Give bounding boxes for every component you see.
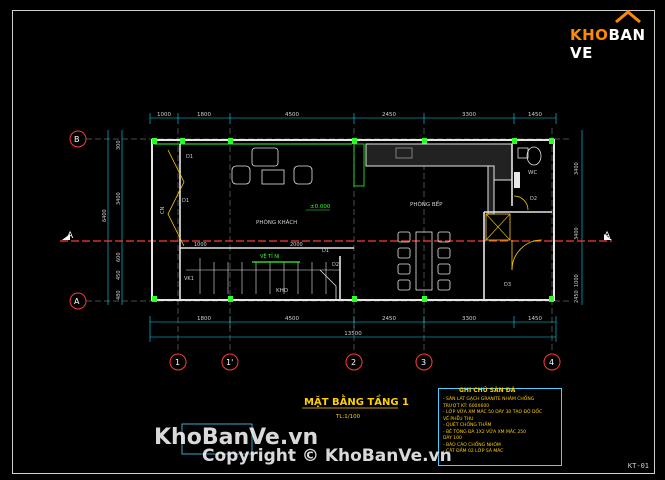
sofa-icon: [251, 147, 279, 167]
dim-top-5: 3300: [462, 112, 476, 118]
note-item: - CÁT ĐẦM 02 LỚP SÀ MÁC: [443, 449, 504, 454]
dim-top-4: 2450: [382, 112, 396, 118]
dim-bottom-4: 3300: [462, 316, 476, 322]
coffee-table: [261, 169, 285, 185]
door-tag-4: D3: [504, 282, 511, 288]
door-swing-d2: [513, 195, 529, 211]
dim-top-2: 1800: [197, 112, 211, 118]
grid-row-a: A: [74, 297, 80, 306]
elevation-label: ±0.000: [310, 204, 331, 210]
grid-row-b: B: [74, 135, 80, 144]
grid-col-2: 2: [351, 358, 356, 367]
window-tag-2: CN: [160, 207, 166, 214]
armchair-icon: [231, 165, 251, 185]
door-tag-5: D2: [332, 262, 339, 268]
chair-icon: [437, 247, 451, 259]
dim-right-2: 3400: [574, 227, 580, 240]
doors: [167, 149, 543, 271]
room-storage-label: KHO: [276, 288, 289, 294]
stair-curve: [319, 269, 337, 300]
drawing-scale: TL:1/100: [335, 414, 361, 420]
door-tag-2: D1: [186, 154, 193, 160]
dim-left-1: 300: [116, 140, 122, 150]
dim-bottom-2: 4500: [285, 316, 299, 322]
dim-bottom-1: 1800: [197, 316, 211, 322]
skylight-label: VỆ TỈ NỊ: [260, 252, 280, 260]
sofa-set: [231, 147, 313, 185]
section-mark-left: A: [67, 231, 74, 241]
door-swing-d3: [511, 239, 543, 271]
stair-dim-1: 1000: [194, 242, 207, 248]
dim-left-5: 480: [116, 290, 122, 300]
dim-left-3: 600: [116, 252, 122, 262]
staircase: [186, 258, 340, 294]
floor-plan-svg: 1000 1800 4500 2450 3300 1450 1800 4500 …: [60, 112, 612, 455]
grid-row-bubbles: B A: [69, 130, 87, 310]
note-item: - LỚP VỮA XM MÁC 50 DÀY 30 TẠO ĐỘ DỐC: [443, 410, 543, 415]
room-wc-label: WC: [528, 170, 537, 176]
room-living-label: PHÒNG KHÁCH: [256, 219, 297, 226]
dim-right-3: 1000: [574, 274, 580, 287]
dim-bottom-5: 1450: [528, 316, 542, 322]
wc-fixtures: [517, 146, 542, 166]
grid-col-1p: 1': [226, 358, 233, 367]
section-mark-right: A: [604, 231, 611, 241]
dim-bottom-3: 2450: [382, 316, 396, 322]
chair-icon: [437, 263, 451, 275]
fridge-icon: [353, 143, 365, 187]
chair-icon: [397, 247, 411, 259]
grid-col-bubbles: 1 1' 2 3 4: [169, 353, 561, 371]
armchair-icon: [293, 165, 313, 185]
note-item: - SÀN LÁT GẠCH GRANITE NHÁM CHỐNG: [443, 397, 535, 402]
dim-left-2: 3400: [116, 192, 122, 205]
dim-top-1: 1000: [157, 112, 171, 118]
door-tag-6: D1: [322, 248, 329, 254]
room-kitchen-label: PHÒNG BẾP: [410, 200, 443, 208]
dim-left-total: 6400: [102, 209, 108, 222]
toilet-icon: [526, 146, 542, 166]
grid-col-4: 4: [549, 358, 554, 367]
door-tag-1: D1: [182, 198, 189, 204]
window-tag-1: VK1: [184, 276, 194, 282]
drawing-title: MẶT BẰNG TẦNG 1: [304, 393, 409, 408]
sheet-code: KT-01: [627, 462, 649, 470]
cad-drawing-canvas: KHOBAN VE 1000 1800 4500 2450 3300 1450 …: [0, 0, 665, 480]
notes-title: GHI CHÚ SÀN ĐÁ: [459, 387, 516, 394]
dim-top-6: 1450: [528, 112, 542, 118]
notes-box: GHI CHÚ SÀN ĐÁ - SÀN LÁT GẠCH GRANITE NH…: [438, 387, 562, 466]
dim-total: 13500: [344, 331, 362, 337]
wc-wall-hatch: [514, 172, 520, 188]
door-tag-3: D2: [530, 196, 537, 202]
dim-right-1: 3400: [574, 162, 580, 175]
section-arrows: [62, 234, 612, 240]
chair-icon: [437, 279, 451, 291]
chair-icon: [397, 263, 411, 275]
door-tags: D1 D1 D2 D3 D2 D1 1000 2000 VK1 CN: [160, 154, 537, 288]
chair-icon: [397, 279, 411, 291]
dim-left-4: 450: [116, 270, 122, 280]
grid-col-1: 1: [175, 358, 180, 367]
wc-sink-icon: [517, 147, 529, 159]
dim-right-4: 2450: [574, 290, 580, 303]
notes-list: - SÀN LÁT GẠCH GRANITE NHÁM CHỐNG TRƯỢT …: [443, 397, 542, 456]
stair-dim-2: 2000: [290, 242, 303, 248]
dim-top-3: 4500: [285, 112, 299, 118]
watermark-copyright: Copyright © KhoBanVe.vn: [202, 446, 452, 466]
grid-col-3: 3: [421, 358, 426, 367]
